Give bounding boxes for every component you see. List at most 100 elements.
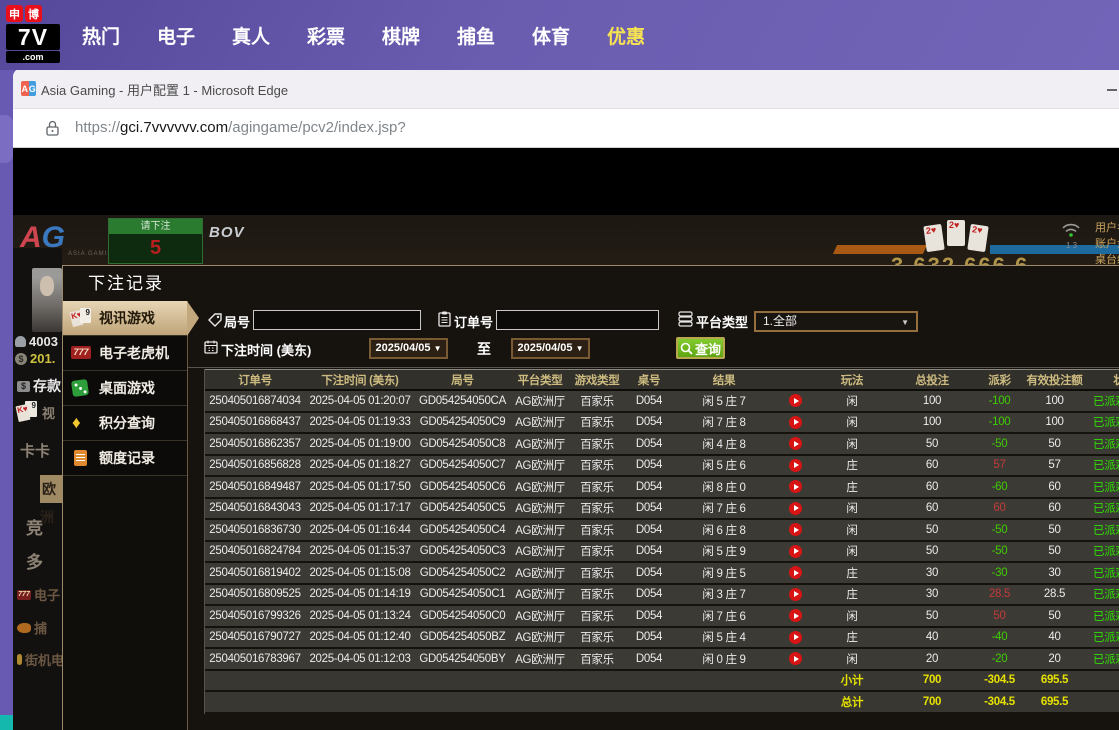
banner-user-info: 用户名账户余桌台编 xyxy=(1095,220,1119,268)
cell-platform: AG欧洲厅 xyxy=(510,565,570,581)
menu-item-2[interactable]: 电子 xyxy=(157,22,195,49)
play-video-button[interactable] xyxy=(789,566,802,579)
nav-fishing[interactable]: 捕 xyxy=(17,618,62,637)
total-row: 总计700-304.5695.5 xyxy=(205,692,1119,714)
logo-main: 7V xyxy=(6,24,60,50)
sidebar-item-4[interactable]: ♦积分查询 xyxy=(63,406,187,441)
main-menu: 热门 电子 真人 彩票 棋牌 捕鱼 体育 优惠 xyxy=(82,0,645,70)
sidebar-item-5[interactable]: 额度记录 xyxy=(63,441,187,476)
platform-label: 平台类型 xyxy=(696,312,748,331)
nav-slots[interactable]: 777 电子 xyxy=(17,585,62,604)
search-button[interactable]: 查询 xyxy=(676,337,725,359)
browser-urlbar[interactable]: https://gci.7vvvvvv.com/agingame/pcv2/in… xyxy=(13,108,1119,148)
cell-bet: 50 xyxy=(887,545,977,557)
play-video-button[interactable] xyxy=(789,652,802,665)
cell-order: 250405016862357 xyxy=(205,438,305,450)
round-input[interactable] xyxy=(253,310,421,330)
nav-arcade[interactable]: 街机电玩 xyxy=(17,650,62,669)
play-video-button[interactable] xyxy=(789,480,802,493)
cell-status: 已派彩 xyxy=(1087,608,1119,624)
play-video-button[interactable] xyxy=(789,437,802,450)
table-row: 2504050168623572025-04-05 01:19:00GD0542… xyxy=(205,434,1119,456)
cell-side: 庄 xyxy=(817,565,887,581)
table-row: 2504050168194022025-04-05 01:15:08GD0542… xyxy=(205,563,1119,585)
play-video-button[interactable] xyxy=(789,631,802,644)
cell-payout: -100 xyxy=(977,395,1022,407)
cell-side: 庄 xyxy=(817,629,887,645)
play-video-button[interactable] xyxy=(789,588,802,601)
tab-europe-selected[interactable]: 欧洲 xyxy=(40,475,62,503)
cell-result: 闲 6 庄 8 xyxy=(674,522,774,538)
cell-play xyxy=(774,631,817,644)
play-video-button[interactable] xyxy=(789,459,802,472)
cell-status: 已派彩 xyxy=(1087,586,1119,602)
date-from-picker[interactable]: 2025/04/05 ▼ xyxy=(369,338,448,359)
favicon-right: G xyxy=(29,81,37,96)
cell-table_no: D054 xyxy=(624,588,674,600)
cell-status: 已派彩 xyxy=(1087,393,1119,409)
play-video-button[interactable] xyxy=(789,502,802,515)
cell-side: 闲 xyxy=(817,522,887,538)
date-to-picker[interactable]: 2025/04/05 ▼ xyxy=(511,338,590,359)
user-id: 4003 xyxy=(29,334,58,349)
wifi-icon xyxy=(1061,222,1081,238)
site-logo[interactable]: 申 博 7V .com xyxy=(6,5,64,63)
cards-icon: 9K♥ xyxy=(17,401,39,423)
menu-item-3[interactable]: 真人 xyxy=(232,22,270,49)
platform-select[interactable]: 1.全部 ▼ xyxy=(754,311,918,332)
table-row: 2504050168568282025-04-05 01:18:27GD0542… xyxy=(205,456,1119,478)
cell-round: GD054254050BZ xyxy=(415,631,510,643)
menu-item-8[interactable]: 优惠 xyxy=(607,22,645,49)
platform-value: 1.全部 xyxy=(763,314,797,328)
cell-label: 小计 xyxy=(817,672,887,688)
bet-records-modal: 下注记录 K♥9视讯游戏777电子老虎机桌面游戏♦积分查询额度记录 局号 xyxy=(62,265,1119,730)
play-video-button[interactable] xyxy=(789,394,802,407)
cell-result: 闲 5 庄 7 xyxy=(674,393,774,409)
playing-card: 2♥ xyxy=(947,220,965,246)
menu-item-6[interactable]: 捕鱼 xyxy=(457,22,495,49)
modal-title: 下注记录 xyxy=(63,266,1119,301)
cell-valid: 30 xyxy=(1022,567,1087,579)
cell-table_no: D054 xyxy=(624,567,674,579)
deposit-button[interactable]: $ 存款 xyxy=(17,376,62,396)
video-game-row[interactable]: 9K♥ 视 xyxy=(17,401,62,423)
cell-status: 已派彩 xyxy=(1087,479,1119,495)
play-video-button[interactable] xyxy=(789,545,802,558)
minimize-button[interactable] xyxy=(1107,89,1117,91)
cell-time: 2025-04-05 01:14:19 xyxy=(305,588,415,600)
cell-order: 250405016790727 xyxy=(205,631,305,643)
sidebar-item-1[interactable]: K♥9视讯游戏 xyxy=(63,301,187,336)
cell-play xyxy=(774,609,817,622)
cell-payout: -304.5 xyxy=(977,674,1022,686)
cell-valid: 20 xyxy=(1022,653,1087,665)
table-row: 2504050168367302025-04-05 01:16:44GD0542… xyxy=(205,520,1119,542)
cell-platform: AG欧洲厅 xyxy=(510,522,570,538)
page-background-tab xyxy=(0,115,13,163)
cell-game: 百家乐 xyxy=(570,565,624,581)
browser-window: A G Asia Gaming - 用户配置 1 - Microsoft Edg… xyxy=(13,68,1119,730)
cell-side: 闲 xyxy=(817,414,887,430)
sidebar-item-3[interactable]: 桌面游戏 xyxy=(63,371,187,406)
nav-jing[interactable]: 竞 xyxy=(26,514,62,539)
menu-item-7[interactable]: 体育 xyxy=(532,22,570,49)
menu-item-5[interactable]: 棋牌 xyxy=(382,22,420,49)
date-to-value: 2025/04/05 xyxy=(517,342,572,354)
tab-kaka[interactable]: 卡卡 xyxy=(20,440,62,461)
url-text[interactable]: https://gci.7vvvvvv.com/agingame/pcv2/in… xyxy=(75,119,406,136)
cell-order: 250405016874034 xyxy=(205,395,305,407)
play-video-button[interactable] xyxy=(789,523,802,536)
play-video-button[interactable] xyxy=(789,609,802,622)
menu-item-4[interactable]: 彩票 xyxy=(307,22,345,49)
nav-duo[interactable]: 多 xyxy=(26,548,62,573)
cell-play xyxy=(774,394,817,407)
cell-status: 已派彩 xyxy=(1087,565,1119,581)
cell-round: GD054254050CA xyxy=(415,395,510,407)
sidebar-item-2[interactable]: 777电子老虎机 xyxy=(63,336,187,371)
play-video-button[interactable] xyxy=(789,416,802,429)
cell-payout: -100 xyxy=(977,416,1022,428)
order-input[interactable] xyxy=(496,310,659,330)
url-scheme: https:// xyxy=(75,119,120,136)
cell-result: 闲 9 庄 5 xyxy=(674,565,774,581)
menu-item-1[interactable]: 热门 xyxy=(82,22,120,49)
cell-order: 250405016849487 xyxy=(205,481,305,493)
